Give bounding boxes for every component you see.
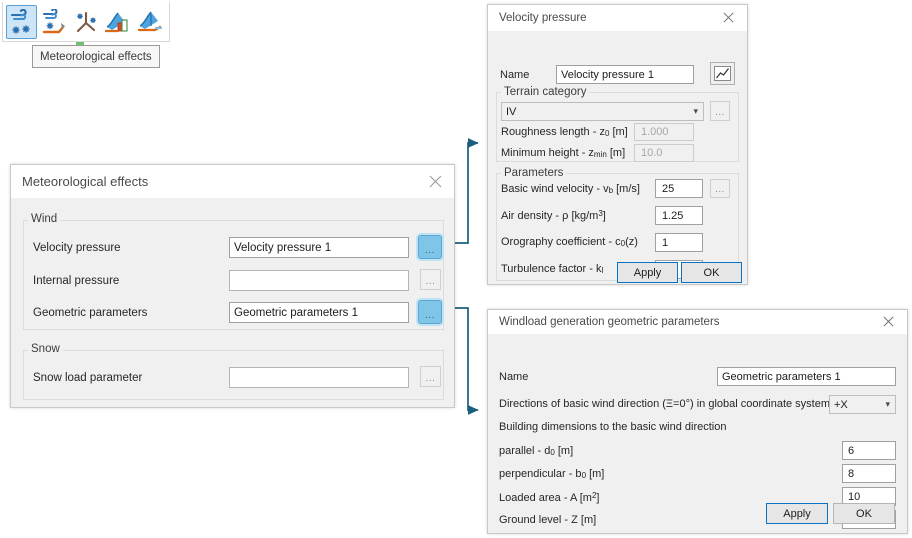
loaded-area-text: Loaded area - A [m: [499, 492, 592, 504]
perpendicular-unit: [m]: [586, 468, 605, 480]
velocity-title: Velocity pressure: [499, 11, 587, 24]
input-snow-load-parameter[interactable]: [229, 367, 409, 388]
basic-wind-velocity-text: Basic wind velocity - v: [501, 183, 609, 195]
wind-direction-select[interactable]: +X ▾: [829, 395, 896, 414]
toolbar-button-wind-load-chart[interactable]: [102, 5, 133, 39]
velocity-ok-button[interactable]: OK: [681, 262, 742, 283]
label-internal-pressure: Internal pressure: [33, 275, 120, 287]
input-geometric-parameters[interactable]: Geometric parameters 1: [229, 302, 409, 323]
parallel-text: parallel - d: [499, 445, 551, 457]
orography-text: Orography coefficient - c: [501, 236, 621, 248]
input-parallel-d0[interactable]: 6: [842, 441, 896, 460]
meteo-body: Wind Velocity pressure Velocity pressure…: [11, 198, 454, 408]
roughness-label-unit: [m]: [609, 126, 628, 138]
browse-button-terrain-category[interactable]: ...: [710, 101, 730, 121]
windload-ok-button[interactable]: OK: [833, 503, 895, 524]
label-turbulence-factor: Turbulence factor - kl: [501, 263, 603, 275]
label-building-dimensions: Building dimensions to the basic wind di…: [499, 421, 727, 433]
browse-button-basic-wind-velocity[interactable]: ...: [710, 179, 730, 198]
close-icon[interactable]: [424, 171, 446, 191]
label-minimum-height: Minimum height - zmin [m]: [501, 147, 625, 159]
meteo-title-bar: Meteorological effects: [11, 165, 454, 198]
parallel-unit: [m]: [554, 445, 574, 457]
browse-button-geometric-parameters[interactable]: ...: [418, 300, 442, 324]
chart-icon: [714, 66, 731, 81]
input-internal-pressure[interactable]: [229, 270, 409, 291]
windload-title: Windload generation geometric parameters: [499, 315, 720, 328]
input-air-density[interactable]: 1.25: [655, 206, 703, 225]
snow-group-label: Snow: [28, 343, 63, 355]
chevron-down-icon: ▾: [885, 399, 890, 409]
browse-button-snow-load-parameter[interactable]: ...: [420, 366, 441, 387]
snow-drift-icon: [76, 11, 96, 32]
windload-generation-dialog: Windload generation geometric parameters…: [487, 309, 908, 534]
browse-button-velocity-pressure[interactable]: ...: [418, 235, 442, 259]
windload-apply-button[interactable]: Apply: [766, 503, 828, 524]
turbulence-text: Turbulence factor - k: [501, 263, 602, 275]
wind-snow-surface-icon: [42, 8, 65, 33]
toolbar-button-snow-drift[interactable]: [70, 5, 101, 39]
orography-unit: (z): [625, 236, 638, 248]
terrain-group-label: Terrain category: [501, 86, 590, 98]
meteorological-effects-dialog: Meteorological effects Wind Velocity pre…: [10, 164, 455, 408]
chart-button[interactable]: [710, 62, 735, 85]
ground-level-text: Ground level - Z [m]: [499, 514, 597, 526]
label-wind-direction: Directions of basic wind direction (Ξ=0°…: [499, 398, 831, 410]
label-loaded-area: Loaded area - A [m2]: [499, 491, 599, 504]
label-basic-wind-velocity: Basic wind velocity - vb [m/s]: [501, 183, 640, 195]
meteorological-toolbar: [2, 2, 170, 42]
velocity-apply-button[interactable]: Apply: [617, 262, 678, 283]
air-density-unit: ]: [602, 210, 606, 222]
velocity-body: Name Velocity pressure 1 Terrain categor…: [488, 31, 747, 285]
label-ground-level: Ground level - Z [m]: [499, 514, 596, 526]
roughness-label-text: Roughness length - z: [501, 126, 605, 138]
terrain-category-value: IV: [506, 105, 517, 118]
input-perpendicular-b0[interactable]: 8: [842, 464, 896, 483]
input-name[interactable]: Velocity pressure 1: [556, 65, 694, 84]
minheight-label-sub: min: [593, 150, 607, 159]
chevron-down-icon: ▾: [693, 106, 698, 116]
label-velocity-pressure: Velocity pressure: [33, 242, 121, 254]
input-velocity-pressure[interactable]: Velocity pressure 1: [229, 237, 409, 258]
air-density-text: Air density - ρ [kg/m: [501, 210, 599, 222]
perpendicular-text: perpendicular - b: [499, 468, 582, 480]
minheight-label-unit: [m]: [606, 147, 626, 159]
close-icon[interactable]: [717, 8, 739, 28]
turbulence-sub: l: [601, 266, 604, 275]
label-name: Name: [499, 371, 529, 383]
parameters-group-label: Parameters: [501, 167, 567, 179]
toolbar-button-snow-load-surface[interactable]: [134, 5, 165, 39]
label-orography-coefficient: Orography coefficient - c0(z): [501, 236, 638, 248]
velocity-title-bar: Velocity pressure: [488, 5, 747, 31]
input-basic-wind-velocity[interactable]: 25: [655, 179, 703, 198]
label-air-density: Air density - ρ [kg/m3]: [501, 209, 606, 222]
input-roughness-length: 1.000: [634, 123, 694, 141]
label-perpendicular: perpendicular - b0 [m]: [499, 468, 604, 480]
windload-title-bar: Windload generation geometric parameters: [488, 310, 907, 334]
loaded-area-unit: ]: [596, 492, 600, 504]
toolbar-button-wind-snow-surface[interactable]: [38, 5, 69, 39]
toolbar-button-meteorological-effects[interactable]: [6, 4, 37, 39]
wind-direction-value: +X: [834, 398, 848, 411]
browse-button-internal-pressure[interactable]: ...: [420, 269, 441, 290]
input-name[interactable]: Geometric parameters 1: [717, 367, 896, 386]
wind-load-chart-icon: [104, 12, 128, 32]
label-snow-load-parameter: Snow load parameter: [33, 372, 143, 384]
input-orography-coefficient[interactable]: 1: [655, 233, 703, 252]
close-icon[interactable]: [877, 312, 899, 332]
velocity-pressure-dialog: Velocity pressure Name Velocity pressure…: [487, 4, 748, 285]
input-minimum-height: 10.0: [634, 144, 694, 162]
label-geometric-parameters: Geometric parameters: [33, 307, 148, 319]
basic-wind-velocity-unit: [m/s]: [613, 183, 640, 195]
minheight-label-text: Minimum height - z: [501, 147, 594, 159]
meteorological-effects-icon: [10, 8, 30, 34]
meteo-title: Meteorological effects: [22, 173, 149, 189]
label-parallel: parallel - d0 [m]: [499, 445, 573, 457]
snow-load-surface-icon: [137, 11, 162, 31]
terrain-category-select[interactable]: IV ▾: [501, 102, 704, 121]
label-name: Name: [500, 69, 530, 81]
label-roughness-length: Roughness length - z0 [m]: [501, 126, 628, 138]
wind-group-label: Wind: [28, 213, 61, 225]
toolbar-tooltip: Meteorological effects: [32, 45, 160, 68]
